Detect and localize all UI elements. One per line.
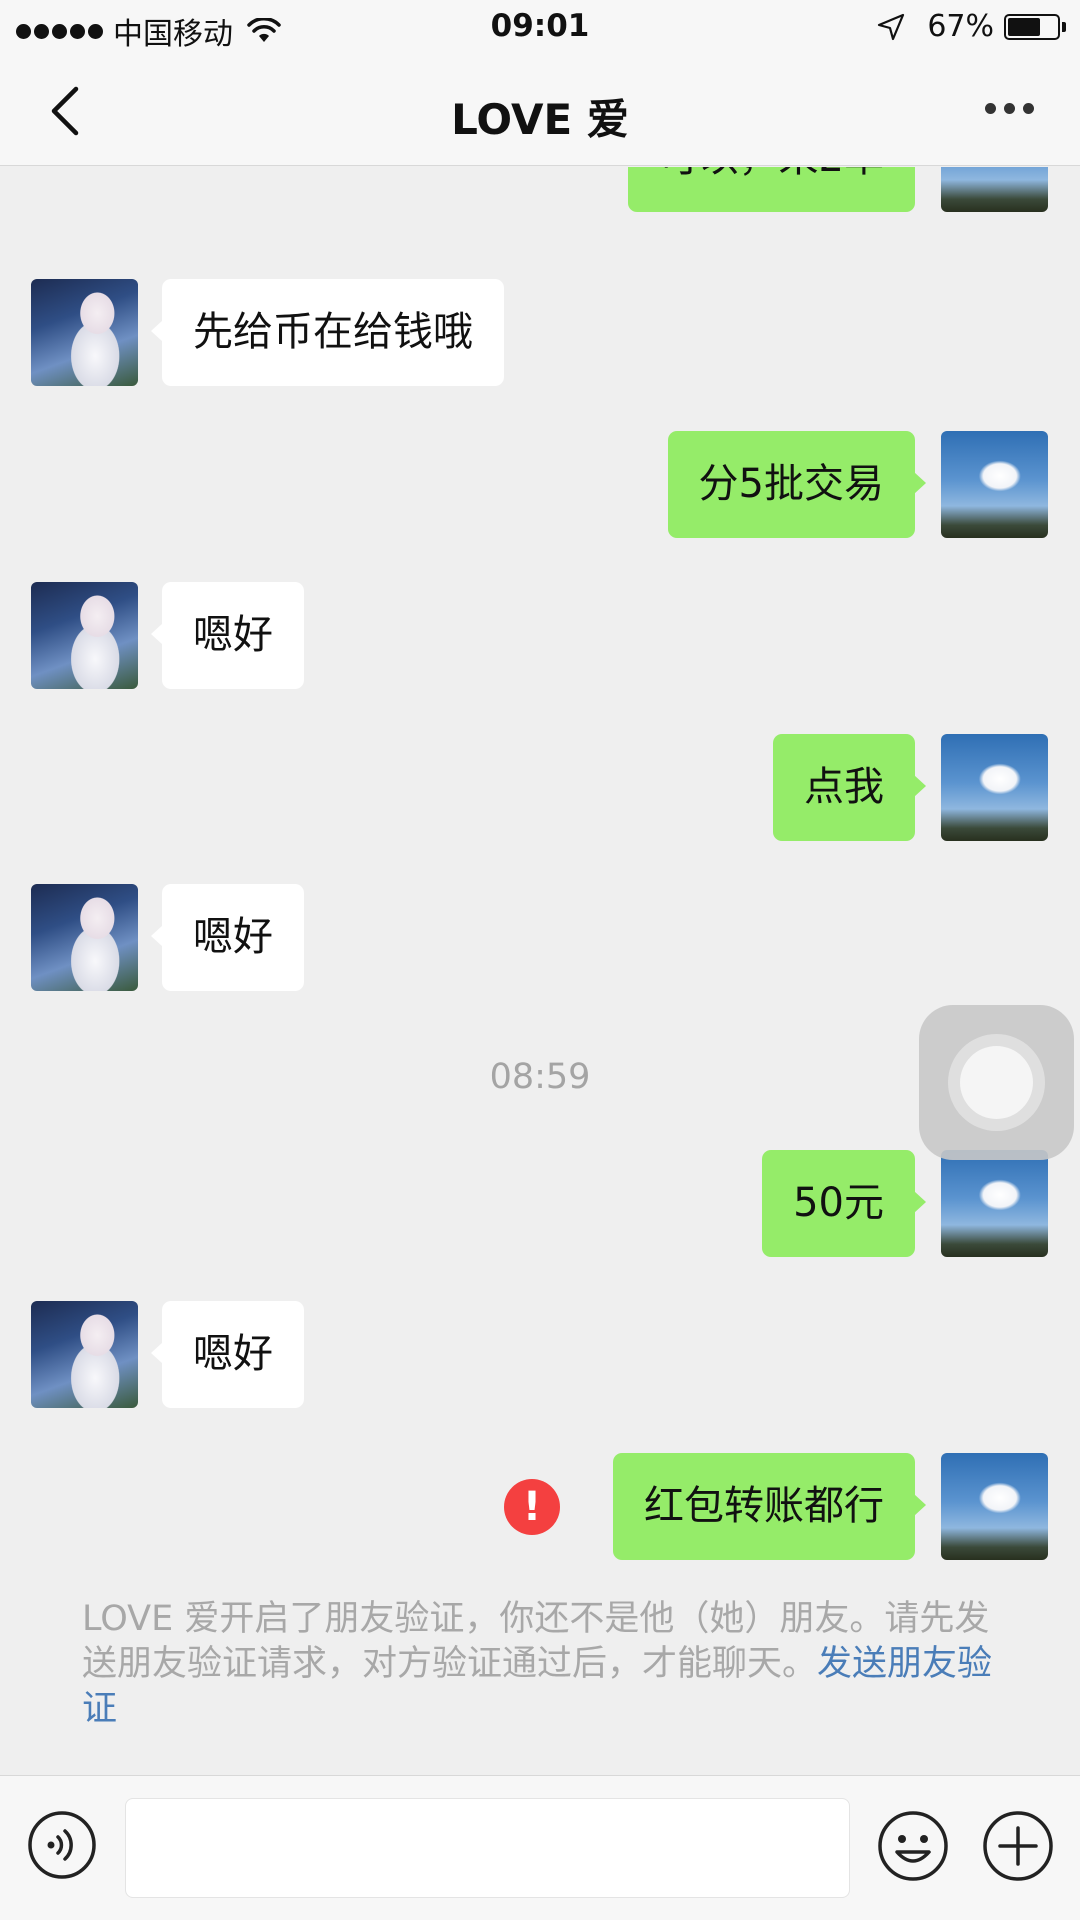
- assistive-touch-button[interactable]: [919, 1005, 1074, 1160]
- ellipsis-icon: [985, 103, 996, 114]
- message-row-sent-failed: ! 红包转账都行: [0, 1453, 1080, 1560]
- input-bar: [0, 1775, 1080, 1920]
- battery-fill: [1008, 17, 1041, 36]
- avatar-self[interactable]: [941, 167, 1048, 212]
- message-row-received: 嗯好: [0, 582, 1080, 689]
- avatar-contact[interactable]: [31, 1301, 138, 1408]
- message-input[interactable]: [125, 1798, 850, 1898]
- emoji-icon[interactable]: [877, 1810, 949, 1882]
- nav-bar: LOVE 爱: [0, 55, 1080, 166]
- message-bubble-received[interactable]: 嗯好: [151, 884, 304, 991]
- avatar-contact[interactable]: [31, 279, 138, 386]
- status-bar: 中国移动 09:01 67%: [0, 0, 1080, 55]
- avatar-self[interactable]: [941, 734, 1048, 841]
- send-failed-icon[interactable]: !: [504, 1479, 560, 1535]
- message-bubble-sent[interactable]: 50元: [762, 1150, 926, 1257]
- message-bubble-sent[interactable]: 点我: [773, 734, 926, 841]
- message-row-sent: 50元: [0, 1150, 1080, 1257]
- message-bubble-sent[interactable]: 红包转账都行: [613, 1453, 926, 1560]
- message-row-received: 嗯好: [0, 884, 1080, 991]
- more-button[interactable]: [985, 93, 1034, 124]
- voice-icon[interactable]: [27, 1810, 97, 1880]
- message-timestamp: 08:59: [489, 1057, 591, 1097]
- message-bubble-sent[interactable]: 可以，来2单: [627, 167, 927, 212]
- battery-percentage: 67%: [927, 9, 994, 44]
- friend-verification-notice: LOVE 爱开启了朋友验证，你还不是他（她）朋友。请先发送朋友验证请求，对方验证…: [82, 1597, 1012, 1732]
- message-row-received: 先给币在给钱哦: [0, 279, 1080, 386]
- message-row-received: 嗯好: [0, 1301, 1080, 1408]
- avatar-contact[interactable]: [31, 884, 138, 991]
- chat-area[interactable]: 可以，来2单 先给币在给钱哦 分5批交易 嗯好 点我 嗯好 08:59 50元 …: [0, 167, 1080, 1775]
- message-bubble-received[interactable]: 嗯好: [151, 582, 304, 689]
- location-arrow-icon: [878, 13, 905, 40]
- message-bubble-sent[interactable]: 分5批交易: [667, 431, 927, 538]
- avatar-self[interactable]: [941, 431, 1048, 538]
- avatar-self[interactable]: [941, 1150, 1048, 1257]
- chat-title: LOVE 爱: [451, 95, 629, 144]
- message-row-sent: 可以，来2单: [0, 167, 1080, 212]
- avatar-contact[interactable]: [31, 582, 138, 689]
- avatar-self[interactable]: [941, 1453, 1048, 1560]
- message-row-sent: 点我: [0, 734, 1080, 841]
- status-right: 67%: [877, 9, 1066, 44]
- message-bubble-received[interactable]: 嗯好: [151, 1301, 304, 1408]
- message-row-sent: 分5批交易: [0, 431, 1080, 538]
- message-bubble-received[interactable]: 先给币在给钱哦: [151, 279, 504, 386]
- plus-icon[interactable]: [982, 1810, 1054, 1882]
- battery-icon: [1004, 13, 1066, 40]
